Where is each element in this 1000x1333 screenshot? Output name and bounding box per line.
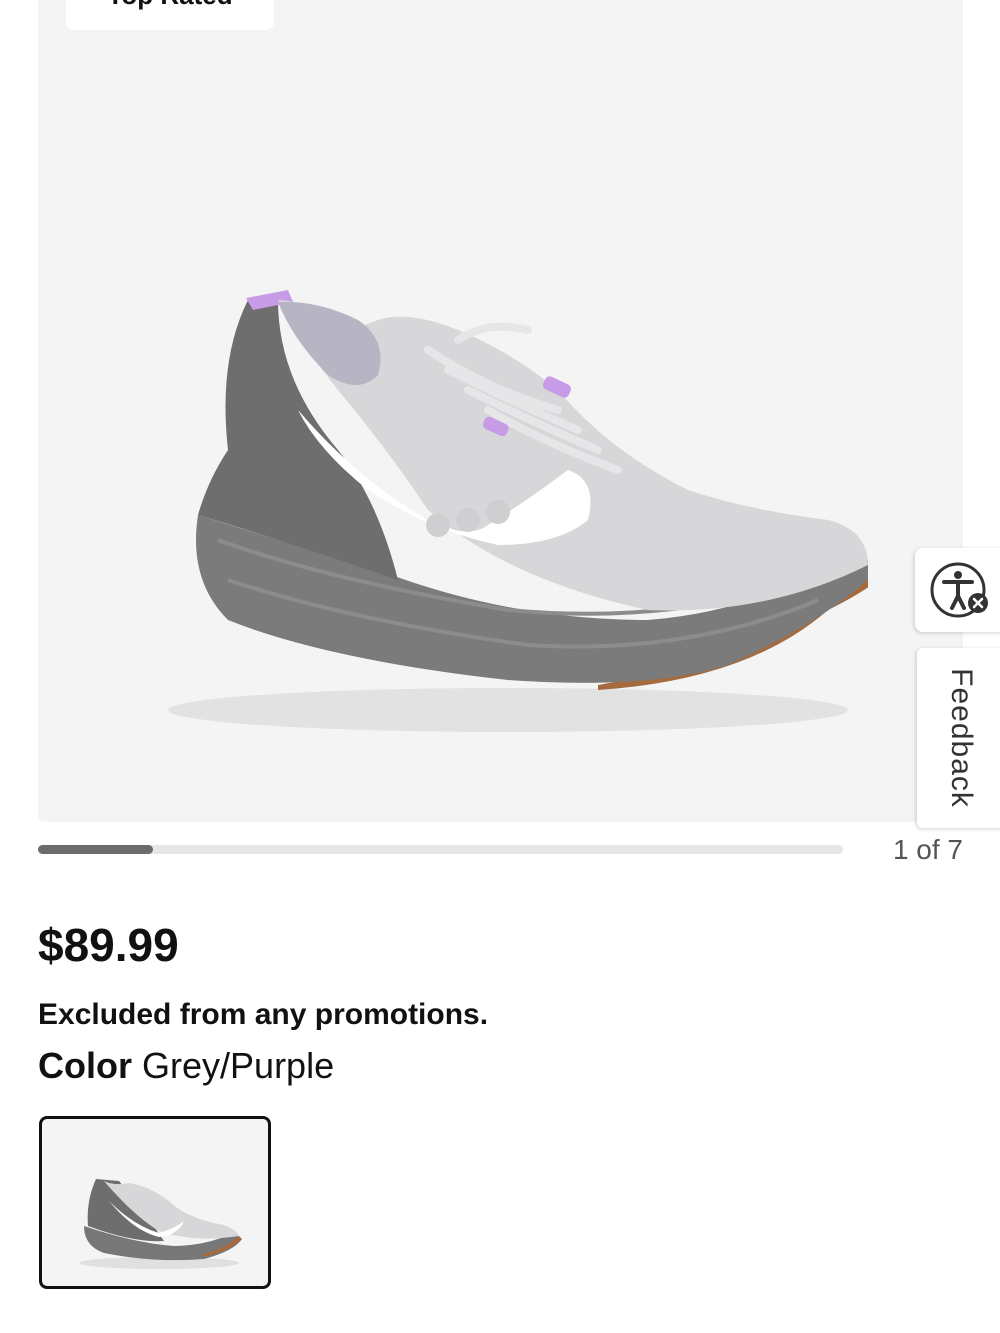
feedback-tab[interactable]: Feedback xyxy=(917,648,1000,828)
gallery-progress-bar xyxy=(38,845,843,854)
product-image-gallery[interactable]: Top Rated xyxy=(38,0,963,822)
promotion-note: Excluded from any promotions. xyxy=(38,998,489,1031)
product-price: $89.99 xyxy=(38,919,179,971)
feedback-label: Feedback xyxy=(945,668,978,808)
gallery-progress-fill xyxy=(38,845,154,854)
swatch-shoe-image xyxy=(79,1179,242,1269)
color-swatch-grey-purple[interactable] xyxy=(39,1116,271,1289)
color-value: Grey/Purple xyxy=(142,1045,335,1086)
accessibility-icon xyxy=(930,562,988,618)
gallery-counter: 1 of 7 xyxy=(892,834,963,865)
color-label: Color xyxy=(38,1045,132,1086)
product-image[interactable] xyxy=(128,280,868,740)
color-selection-label: Color Grey/Purple xyxy=(38,1045,334,1087)
accessibility-button[interactable] xyxy=(915,548,1000,632)
top-rated-badge: Top Rated xyxy=(66,0,274,30)
